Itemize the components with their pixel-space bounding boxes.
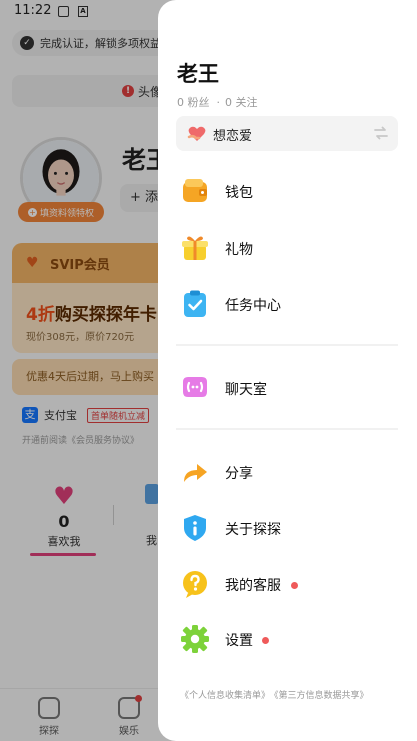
menu-label: 任务中心 <box>225 298 281 314</box>
gear-icon <box>181 625 209 653</box>
menu-label: 设置 <box>225 633 253 649</box>
menu-item-customer-service[interactable]: 我的客服 <box>158 558 417 610</box>
customer-service-icon <box>183 571 207 598</box>
info-collection-link[interactable]: 《个人信息收集清单》 <box>180 691 270 701</box>
task-center-icon <box>184 290 206 317</box>
drawer-stats: 0 粉丝 · 0 关注 <box>177 94 260 110</box>
menu-label: 分享 <box>225 466 253 482</box>
menu-label: 我的客服 <box>225 578 281 594</box>
menu-item-settings[interactable]: 设置 <box>158 613 417 665</box>
switch-icon[interactable] <box>373 125 389 141</box>
drawer-footer: 《个人信息收集清单》 《第三方信息数据共享》 <box>180 688 369 701</box>
menu-item-share[interactable]: 分享 <box>158 446 417 498</box>
third-party-sharing-link[interactable]: 《第三方信息数据共享》 <box>274 691 369 701</box>
menu-divider <box>176 344 398 346</box>
menu-item-gift[interactable]: 礼物 <box>158 222 417 274</box>
mood-status-bar[interactable]: 想恋爱 <box>176 116 398 151</box>
drawer-user-name[interactable]: 老王 <box>177 58 219 88</box>
menu-item-chat-room[interactable]: 聊天室 <box>158 362 417 414</box>
mood-text: 想恋爱 <box>213 129 253 144</box>
info-icon <box>184 515 206 541</box>
heart-hand-icon <box>187 126 206 141</box>
fans-count[interactable]: 0 粉丝 <box>177 96 210 109</box>
gift-icon <box>182 236 208 260</box>
menu-item-wallet[interactable]: 钱包 <box>158 165 417 217</box>
stats-separator: · <box>216 96 221 109</box>
chat-room-icon <box>183 377 207 397</box>
menu-label: 聊天室 <box>225 382 267 398</box>
menu-divider <box>176 428 398 430</box>
notification-dot <box>262 637 269 644</box>
side-drawer: 老王 0 粉丝 · 0 关注 想恋爱 钱包 礼物 任务中心 聊天室 分享 关于探… <box>158 0 417 741</box>
menu-label: 钱包 <box>225 185 253 201</box>
share-icon <box>184 464 207 482</box>
notification-dot <box>291 582 298 589</box>
menu-item-task-center[interactable]: 任务中心 <box>158 278 417 330</box>
menu-label: 关于探探 <box>225 522 281 538</box>
menu-label: 礼物 <box>225 242 253 258</box>
following-count[interactable]: 0 关注 <box>225 96 258 109</box>
menu-item-about[interactable]: 关于探探 <box>158 502 417 554</box>
wallet-icon <box>183 179 207 202</box>
